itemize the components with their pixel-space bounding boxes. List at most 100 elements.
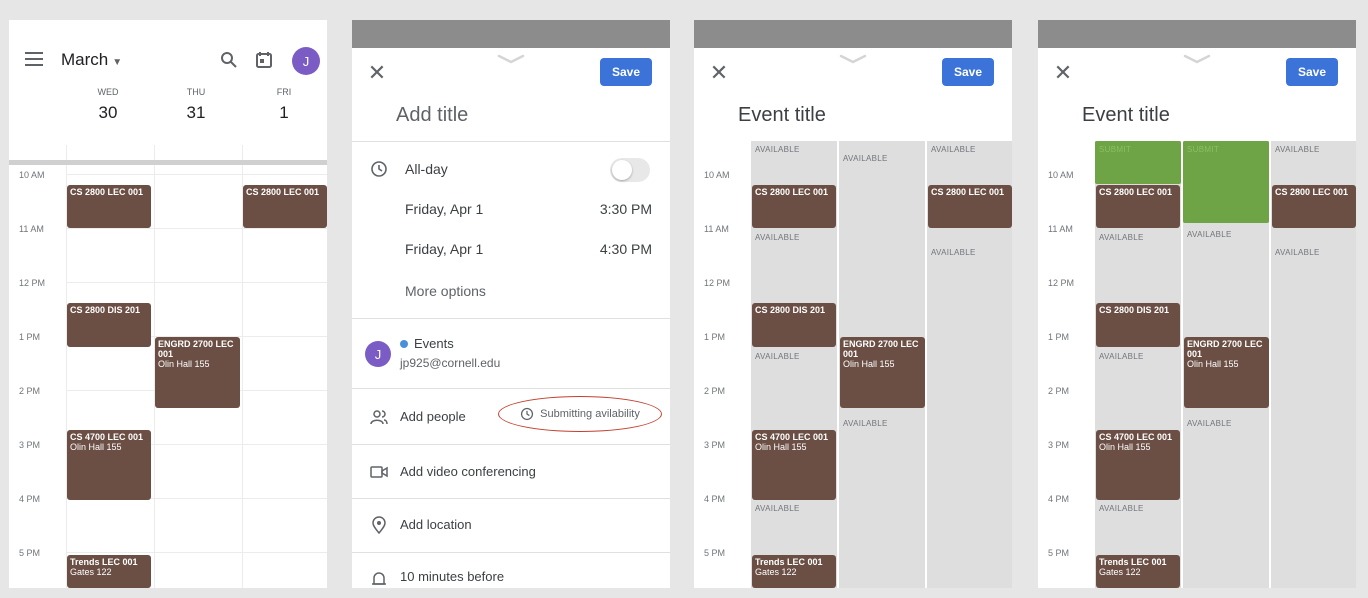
drag-handle-icon[interactable]	[497, 54, 525, 64]
time-label: 10 AM	[704, 170, 730, 180]
event-cs2800-lec[interactable]: CS 2800 LEC 001	[67, 185, 151, 228]
available-label[interactable]: AVAILABLE	[1099, 352, 1144, 361]
calendar-today-icon[interactable]	[255, 51, 273, 69]
available-label[interactable]: AVAILABLE	[843, 154, 888, 163]
available-label[interactable]: AVAILABLE	[931, 145, 976, 154]
video-row[interactable]: Add video conferencing	[352, 463, 670, 483]
available-label[interactable]: AVAILABLE	[755, 233, 800, 242]
available-label[interactable]: AVAILABLE	[755, 504, 800, 513]
calendar-color-dot	[400, 340, 408, 348]
video-camera-icon	[370, 466, 388, 478]
event-cs2800-lec[interactable]: CS 2800 LEC 001	[1096, 185, 1180, 228]
event-title: CS 4700 LEC 001	[70, 432, 144, 442]
notification-label[interactable]: 10 minutes before	[400, 569, 504, 584]
divider	[352, 552, 670, 553]
event-cs2800-lec[interactable]: CS 2800 LEC 001	[1272, 185, 1356, 228]
event-cs2800-lec[interactable]: CS 2800 LEC 001	[243, 185, 327, 228]
search-icon[interactable]	[220, 51, 238, 69]
dimmed-background	[694, 20, 1012, 48]
time-grid[interactable]: 10 AM 11 AM 12 PM 1 PM 2 PM 3 PM 4 PM 5 …	[9, 165, 327, 588]
save-button[interactable]: Save	[1286, 58, 1338, 86]
close-icon[interactable]: ✕	[708, 62, 730, 84]
event-trends[interactable]: Trends LEC 001 Gates 122	[752, 555, 836, 588]
day-header-wed[interactable]: WED 30	[78, 87, 138, 123]
available-label[interactable]: AVAILABLE	[755, 145, 800, 154]
title-input[interactable]: Event title	[738, 104, 826, 127]
available-label[interactable]: AVAILABLE	[755, 352, 800, 361]
more-options-row[interactable]: More options	[352, 283, 670, 303]
divider	[352, 318, 670, 319]
divider	[352, 141, 670, 142]
add-people-label[interactable]: Add people	[400, 409, 466, 424]
availability-grid[interactable]: 10 AM 11 AM 12 PM 1 PM 2 PM 3 PM 4 PM 5 …	[1038, 141, 1356, 588]
event-cs2800-dis[interactable]: CS 2800 DIS 201	[67, 303, 151, 347]
more-options-link[interactable]: More options	[405, 283, 486, 299]
available-label[interactable]: AVAILABLE	[1275, 145, 1320, 154]
time-label: 5 PM	[1048, 548, 1070, 558]
drag-handle-icon[interactable]	[839, 54, 867, 64]
time-label: 4 PM	[19, 494, 41, 504]
event-cs2800-lec[interactable]: CS 2800 LEC 001	[752, 185, 836, 228]
event-cs4700[interactable]: CS 4700 LEC 001 Olin Hall 155	[752, 430, 836, 500]
day-header-thu[interactable]: THU 31	[166, 87, 226, 123]
start-date[interactable]: Friday, Apr 1	[405, 201, 483, 217]
clock-icon	[371, 161, 387, 177]
available-label[interactable]: AVAILABLE	[1187, 419, 1232, 428]
available-label[interactable]: AVAILABLE	[931, 248, 976, 257]
save-button[interactable]: Save	[600, 58, 652, 86]
event-location: Olin Hall 155	[1187, 359, 1239, 369]
availability-grid[interactable]: 10 AM 11 AM 12 PM 1 PM 2 PM 3 PM 4 PM 5 …	[694, 141, 1012, 588]
day-date: 31	[186, 103, 206, 122]
close-icon[interactable]: ✕	[366, 62, 388, 84]
submit-slot[interactable]: SUBMIT	[1183, 141, 1269, 223]
time-label: 2 PM	[1048, 386, 1070, 396]
end-date[interactable]: Friday, Apr 1	[405, 241, 483, 257]
event-location: Olin Hall 155	[755, 442, 807, 452]
close-icon[interactable]: ✕	[1052, 62, 1074, 84]
title-input[interactable]: Add title	[396, 104, 468, 127]
start-time[interactable]: 3:30 PM	[600, 201, 652, 217]
add-people-row[interactable]: Add people Submitting avilability	[352, 396, 670, 432]
available-label[interactable]: AVAILABLE	[1187, 230, 1232, 239]
event-trends[interactable]: Trends LEC 001 Gates 122	[67, 555, 151, 588]
submitting-availability-button[interactable]: Submitting avilability	[498, 396, 662, 432]
video-label[interactable]: Add video conferencing	[400, 464, 536, 479]
notification-row[interactable]: 10 minutes before	[352, 568, 670, 588]
event-location: Olin Hall 155	[843, 359, 895, 369]
available-label[interactable]: AVAILABLE	[1099, 504, 1144, 513]
location-label[interactable]: Add location	[400, 517, 472, 532]
start-row[interactable]: Friday, Apr 1 3:30 PM	[352, 201, 670, 221]
available-label[interactable]: AVAILABLE	[1099, 233, 1144, 242]
day-header-fri[interactable]: FRI 1	[254, 87, 314, 123]
event-engrd2700[interactable]: ENGRD 2700 LEC 001 Olin Hall 155	[155, 337, 240, 408]
available-label[interactable]: AVAILABLE	[1275, 248, 1320, 257]
end-row[interactable]: Friday, Apr 1 4:30 PM	[352, 241, 670, 261]
event-cs4700[interactable]: CS 4700 LEC 001 Olin Hall 155	[1096, 430, 1180, 500]
event-engrd2700[interactable]: ENGRD 2700 LEC 001 Olin Hall 155	[840, 337, 925, 408]
available-label[interactable]: AVAILABLE	[843, 419, 888, 428]
calendar-row[interactable]: J Events jp925@cornell.edu	[352, 336, 670, 376]
event-title: ENGRD 2700 LEC 001	[843, 339, 919, 359]
title-input[interactable]: Event title	[1082, 104, 1170, 127]
time-label: 5 PM	[19, 548, 41, 558]
allday-toggle[interactable]	[610, 158, 650, 182]
event-cs2800-lec[interactable]: CS 2800 LEC 001	[928, 185, 1012, 228]
submit-slot[interactable]: SUBMIT	[1095, 141, 1181, 184]
month-selector[interactable]: March ▼	[61, 50, 122, 70]
time-label: 4 PM	[1048, 494, 1070, 504]
event-cs2800-dis[interactable]: CS 2800 DIS 201	[1096, 303, 1180, 347]
allday-row[interactable]: All-day	[352, 158, 670, 182]
time-label: 4 PM	[704, 494, 726, 504]
event-cs4700[interactable]: CS 4700 LEC 001 Olin Hall 155	[67, 430, 151, 500]
avatar[interactable]: J	[292, 47, 320, 75]
avatar: J	[365, 341, 391, 367]
end-time[interactable]: 4:30 PM	[600, 241, 652, 257]
menu-icon[interactable]	[25, 52, 43, 66]
save-button[interactable]: Save	[942, 58, 994, 86]
location-row[interactable]: Add location	[352, 516, 670, 536]
event-engrd2700[interactable]: ENGRD 2700 LEC 001 Olin Hall 155	[1184, 337, 1269, 408]
submit-label: SUBMIT	[1099, 145, 1132, 154]
event-cs2800-dis[interactable]: CS 2800 DIS 201	[752, 303, 836, 347]
event-trends[interactable]: Trends LEC 001 Gates 122	[1096, 555, 1180, 588]
drag-handle-icon[interactable]	[1183, 54, 1211, 64]
